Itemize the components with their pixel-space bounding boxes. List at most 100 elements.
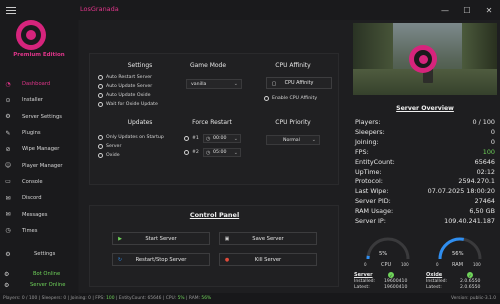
check-icon: ✓	[467, 272, 473, 278]
menu-button[interactable]	[0, 0, 22, 20]
close-button[interactable]: ✕	[478, 0, 500, 20]
wait-oxide-update-option[interactable]: Wait for Oxide Update	[98, 102, 158, 107]
maximize-button[interactable]: ☐	[456, 0, 478, 20]
edition-label: Premium Edition	[13, 52, 65, 58]
stat-row: Sleepers: 0	[355, 128, 495, 138]
restart-2-time[interactable]: ◷ 05:00 ⌄	[203, 148, 241, 157]
stat-label: RAM Usage:	[355, 207, 394, 216]
stat-value: 0	[490, 137, 495, 146]
auto-update-oxide-option[interactable]: Auto Update Oxide	[98, 93, 150, 98]
stat-value: 100	[482, 147, 495, 156]
cpu-priority-select[interactable]: Normal ⌄	[266, 135, 320, 145]
dashboard-icon: ◔	[5, 80, 11, 88]
stat-value: 109.40.241.187	[444, 217, 495, 225]
status-version: Version: public-3.1.0	[451, 296, 496, 301]
gamemode-select[interactable]: vanilla ⌄	[186, 79, 242, 89]
cpu-label: CPU	[381, 262, 392, 268]
stat-value: 02:12	[476, 167, 495, 176]
update-oxide-option[interactable]: Oxide	[98, 153, 120, 158]
server-version-block: Server ✓ Installed: 19600410 Latest: 19600…	[354, 272, 422, 292]
stat-row: EntityCount: 65646	[355, 158, 495, 168]
cpu-icon: ▢	[271, 80, 277, 87]
chevron-down-icon: ⌄	[311, 137, 316, 143]
update-server-option[interactable]: Server	[98, 144, 121, 149]
ram-label: RAM	[452, 262, 464, 268]
auto-restart-option[interactable]: Auto Restart Server	[98, 75, 152, 80]
gear-icon: ⚙	[5, 250, 11, 258]
stat-row: FPS: 100	[355, 148, 495, 158]
cpu-gauge-min: 0	[364, 262, 367, 267]
status-entities: EntityCount: 65646	[118, 296, 162, 301]
sidebar-item-label: Plugins	[22, 130, 41, 137]
sidebar-item-installer[interactable]: ⊙ Installer	[0, 92, 78, 108]
settings-icon: ⚙	[5, 113, 11, 121]
stat-row: Protocol: 2594.270.1	[355, 177, 495, 187]
server-icon: ⚙	[4, 282, 10, 289]
sidebar-item-wipe-manager[interactable]: ⊘ Wipe Manager	[0, 141, 78, 157]
server-banner-image	[353, 23, 497, 95]
discord-icon: ✉	[5, 194, 11, 202]
updates-title: Updates	[127, 119, 153, 126]
cpu-percent: 5%	[379, 251, 388, 257]
sidebar-item-times[interactable]: ◷ Times	[0, 223, 78, 239]
sidebar-item-messages[interactable]: ✉ Messages	[0, 206, 78, 222]
kill-server-button[interactable]: ● Kill Server	[219, 253, 317, 266]
sidebar-item-label: Times	[22, 227, 38, 234]
oxide-version-block: Oxide ✓ Installed: 2.0.6550 Latest: 2.0.65…	[426, 272, 498, 292]
stat-label: Sleepers:	[355, 127, 385, 136]
status-ram: 56%	[201, 296, 212, 301]
stat-value: 0 / 100	[472, 118, 495, 126]
status-cpu-label: CPU:	[165, 296, 177, 301]
console-icon: ▭	[5, 178, 11, 186]
cpu-affinity-title: CPU Affinity	[275, 62, 311, 69]
restart-1-option[interactable]: #1	[184, 136, 199, 141]
sidebar-item-dashboard[interactable]: ◔ Dashboard	[0, 76, 78, 92]
sidebar: Premium Edition ◔ Dashboard ⊙ Installer ⚙ Ser…	[0, 20, 78, 293]
restart-1-time[interactable]: ◷ 00:00 ⌄	[203, 134, 241, 143]
sidebar-item-server-settings[interactable]: ⚙ Server Settings	[0, 109, 78, 125]
stat-label: Server IP:	[355, 217, 386, 225]
start-icon: ▶	[118, 235, 122, 242]
cpu-priority-title: CPU Priority	[275, 119, 311, 126]
sidebar-item-plugins[interactable]: ✎ Plugins	[0, 125, 78, 141]
sidebar-item-player-manager[interactable]: ☺ Player Manager	[0, 157, 78, 173]
save-icon: ▣	[224, 235, 230, 242]
title-bar: LosGranada — ☐ ✕	[0, 0, 500, 20]
sidebar-item-label: Wipe Manager	[22, 146, 60, 153]
sidebar-item-discord[interactable]: ✉ Discord	[0, 190, 78, 206]
stat-row: Server IP: 109.40.241.187	[355, 217, 495, 227]
stat-value: 27464	[474, 197, 495, 206]
stat-label: Joining:	[355, 137, 379, 146]
control-panel-title: Control Panel	[189, 211, 240, 219]
check-icon: ✓	[388, 272, 394, 278]
sidebar-item-console[interactable]: ▭ Console	[0, 174, 78, 190]
sidebar-item-label: Player Manager	[22, 162, 63, 169]
main-content: Settings Game Mode CPU Affinity Auto Res…	[79, 20, 350, 293]
stat-value: 65646	[474, 157, 495, 166]
gamemode-title: Game Mode	[189, 62, 227, 69]
auto-update-server-option[interactable]: Auto Update Server	[98, 84, 152, 89]
sidebar-item-settings[interactable]: ⚙ Settings	[0, 246, 78, 262]
start-server-button[interactable]: ▶ Start Server	[112, 232, 210, 245]
status-fps-label: FPS:	[95, 296, 105, 301]
stat-value: 6,50 GB	[469, 207, 495, 216]
chevron-down-icon: ⌄	[233, 136, 238, 142]
save-server-button[interactable]: ▣ Save Server	[219, 232, 317, 245]
clock-icon: ◷	[206, 150, 211, 156]
sidebar-item-label: Installer	[22, 97, 43, 104]
only-updates-startup-option[interactable]: Only Updates on Startup	[98, 135, 164, 140]
minimize-button[interactable]: —	[434, 0, 456, 20]
restart-2-option[interactable]: #2	[184, 150, 199, 155]
stat-label: UpTime:	[355, 167, 382, 176]
cpu-affinity-button[interactable]: ▢ CPU Affinity	[266, 77, 332, 89]
chevron-down-icon: ⌄	[233, 150, 238, 156]
status-players: Players: 0 / 100	[3, 296, 38, 301]
stat-label: Last Wipe:	[355, 187, 389, 196]
chevron-down-icon: ⌄	[233, 81, 238, 87]
restart-stop-server-button[interactable]: ↻ Restart/Stop Server	[112, 253, 210, 266]
stat-row: UpTime: 02:12	[355, 168, 495, 178]
status-joining: Joining: 0	[70, 296, 91, 301]
sidebar-item-label: Console	[22, 178, 43, 185]
enable-cpu-affinity-option[interactable]: Enable CPU Affinity	[264, 96, 317, 101]
status-ram-label: RAM:	[188, 296, 200, 301]
